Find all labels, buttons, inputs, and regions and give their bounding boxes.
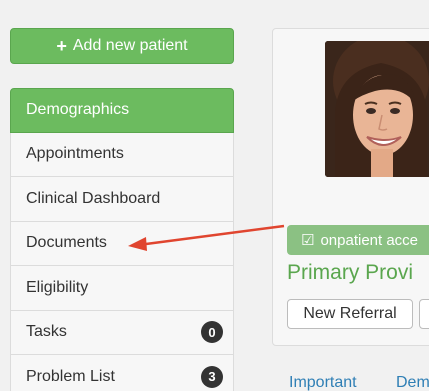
onpatient-access-label: onpatient acce [320, 231, 419, 249]
sidebar-item-documents[interactable]: Documents [10, 221, 234, 266]
onpatient-access-badge[interactable]: ☑ onpatient acce [287, 225, 429, 255]
new-referral-label: New Referral [303, 305, 397, 322]
sidebar-item-label: Problem List [26, 367, 115, 385]
sidebar-item-eligibility[interactable]: Eligibility [10, 266, 234, 311]
add-new-patient-button[interactable]: + Add new patient [10, 28, 234, 64]
sidebar-item-appointments[interactable]: Appointments [10, 132, 234, 177]
sidebar-item-label: Demographics [26, 101, 130, 119]
primary-provider-heading: Primary Provi [287, 261, 414, 284]
sidebar-item-tasks[interactable]: Tasks 0 [10, 310, 234, 355]
secondary-action-button[interactable] [419, 299, 429, 329]
sidebar-item-problem-list[interactable]: Problem List 3 [10, 355, 234, 391]
sidebar-item-label: Eligibility [26, 278, 89, 296]
tab-important[interactable]: Important [289, 374, 357, 391]
sidebar-nav: Demographics Appointments Clinical Dashb… [10, 88, 234, 391]
sidebar-item-clinical-dashboard[interactable]: Clinical Dashboard [10, 177, 234, 222]
patient-page: + Add new patient Demographics Appointme… [0, 0, 429, 391]
new-referral-button[interactable]: New Referral [287, 299, 413, 329]
sidebar-item-label: Documents [26, 234, 107, 252]
sidebar-item-demographics[interactable]: Demographics [10, 88, 234, 133]
plus-icon: + [56, 36, 67, 56]
sidebar-item-label: Tasks [26, 323, 67, 341]
sidebar-item-label: Appointments [26, 145, 124, 163]
patient-photo [325, 41, 429, 177]
tab-demographics[interactable]: Dem [396, 374, 429, 391]
sidebar-item-label: Clinical Dashboard [26, 189, 161, 207]
problem-list-count-badge: 3 [201, 365, 223, 388]
checkbox-icon: ☑ [301, 232, 315, 249]
tasks-count-badge: 0 [201, 321, 223, 344]
patient-summary-panel: ☑ onpatient acce Primary Provi New Refer… [272, 28, 429, 346]
patient-portrait-image [325, 41, 429, 177]
add-new-patient-label: Add new patient [72, 37, 188, 54]
